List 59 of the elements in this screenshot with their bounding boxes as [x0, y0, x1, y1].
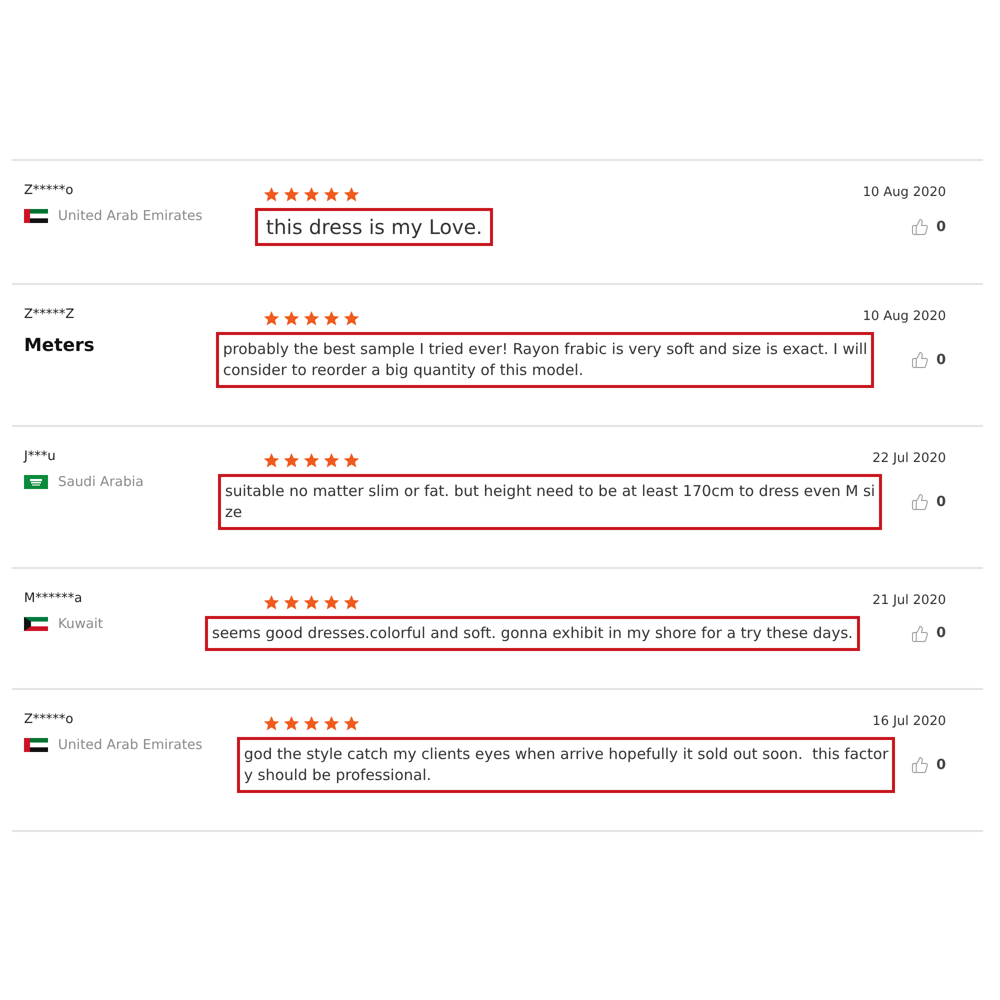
- star-icon: [263, 186, 280, 203]
- like-button[interactable]: 0: [911, 350, 946, 370]
- country-name: Kuwait: [58, 616, 104, 632]
- reviewer-name: Z*****Z: [24, 307, 74, 323]
- review-text: probably the best sample I tried ever! Rayon frabic is very soft and size is exact. I will consider to reorder a big quantity of this model.: [216, 332, 874, 388]
- thumbs-up-icon: [911, 351, 930, 369]
- star-icon: [263, 310, 280, 327]
- star-icon: [343, 715, 360, 732]
- flag-icon: [24, 617, 48, 631]
- star-icon: [323, 186, 340, 203]
- like-button[interactable]: 0: [911, 623, 946, 644]
- star-icon: [283, 594, 300, 611]
- star-icon: [323, 452, 340, 469]
- like-button[interactable]: 0: [911, 754, 946, 776]
- review-date: 10 Aug 2020: [862, 308, 946, 326]
- country-name: United Arab Emirates: [58, 737, 202, 753]
- flag-icon: [24, 475, 48, 489]
- star-icon: [283, 310, 300, 327]
- review-date: 21 Jul 2020: [872, 592, 946, 610]
- star-icon: [323, 594, 340, 611]
- thumbs-up-icon: [911, 493, 930, 511]
- star-icon: [303, 594, 320, 611]
- star-icon: [283, 715, 300, 732]
- star-icon: [323, 715, 340, 732]
- star-icon: [283, 452, 300, 469]
- review-date: 10 Aug 2020: [862, 184, 946, 202]
- review-text: suitable no matter slim or fat. but height need to be at least 170cm to dress even M si ze: [218, 474, 882, 530]
- star-icon: [283, 186, 300, 203]
- reviewer-name: Z*****o: [24, 712, 74, 728]
- star-icon: [343, 186, 360, 203]
- star-icon: [263, 594, 280, 611]
- buyer-note: Meters: [24, 334, 95, 358]
- review-date: 22 Jul 2020: [872, 450, 946, 468]
- star-icon: [303, 715, 320, 732]
- star-icon: [343, 310, 360, 327]
- review-text: this dress is my Love.: [255, 208, 494, 246]
- star-icon: [303, 452, 320, 469]
- star-icon: [323, 310, 340, 327]
- reviewer-name: J***u: [24, 449, 56, 465]
- star-icon: [303, 310, 320, 327]
- flag-icon: [24, 738, 48, 752]
- flag-icon: [24, 209, 48, 223]
- star-icon: [343, 452, 360, 469]
- reviewer-name: Z*****o: [24, 183, 74, 199]
- review-text: seems good dresses.colorful and soft. gonna exhibit in my shore for a try these days.: [205, 616, 860, 651]
- thumbs-up-icon: [911, 218, 930, 236]
- like-button[interactable]: 0: [911, 216, 946, 238]
- star-icon: [263, 452, 280, 469]
- star-icon: [263, 715, 280, 732]
- star-icon: [303, 186, 320, 203]
- star-icon: [343, 594, 360, 611]
- like-button[interactable]: 0: [911, 492, 946, 512]
- review-date: 16 Jul 2020: [872, 713, 946, 731]
- thumbs-up-icon: [911, 624, 930, 642]
- country-name: United Arab Emirates: [58, 208, 202, 224]
- reviewer-name: M******a: [24, 591, 82, 607]
- country-name: Saudi Arabia: [58, 474, 144, 490]
- review-text: god the style catch my clients eyes when arrive hopefully it sold out soon. this factor y should be professional.: [237, 737, 896, 793]
- thumbs-up-icon: [911, 756, 930, 774]
